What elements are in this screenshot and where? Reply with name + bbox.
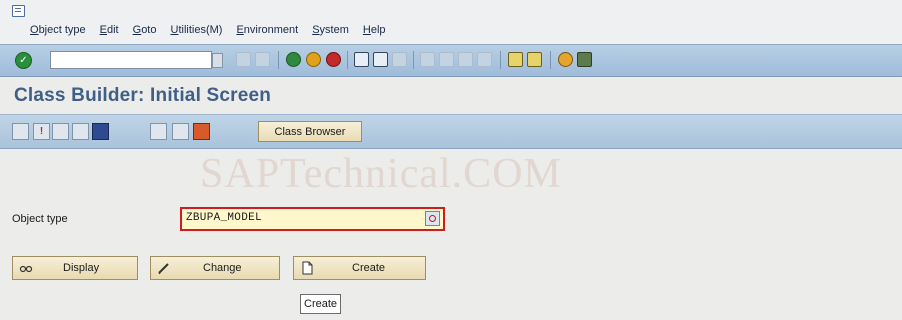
cancel-icon[interactable] (326, 52, 341, 67)
value-help-icon[interactable] (425, 211, 440, 226)
delete-icon[interactable] (150, 123, 167, 140)
exit-icon[interactable] (306, 52, 321, 67)
layout-menu-icon[interactable] (577, 52, 592, 67)
menu-edit[interactable]: Edit (100, 24, 119, 36)
print-icon[interactable] (354, 52, 369, 67)
create-button[interactable]: Create (293, 256, 426, 280)
save-disabled-icon (255, 52, 270, 67)
activate-icon[interactable] (193, 123, 210, 140)
create-shortcut-icon[interactable] (527, 52, 542, 67)
toolbar-separator (347, 51, 348, 69)
toolbar-separator (500, 51, 501, 69)
command-field[interactable] (50, 51, 212, 69)
watermark: SAPTechnical.COM (200, 151, 562, 197)
standard-toolbar: ✓ (0, 44, 902, 77)
test-icon[interactable] (52, 123, 69, 140)
next-page-icon (458, 52, 473, 67)
create-tooltip: Create (300, 294, 342, 314)
last-page-icon (477, 52, 492, 67)
display-label: Display (63, 262, 100, 274)
change-label: Change (203, 262, 242, 274)
class-browser-button[interactable]: Class Browser (258, 121, 362, 142)
toolbar-separator (413, 51, 414, 69)
command-history-dropdown-icon[interactable] (212, 53, 223, 68)
change-button[interactable]: Change (150, 256, 280, 280)
blank-document-icon (300, 261, 314, 275)
save-icon[interactable] (236, 52, 251, 67)
toolbar-separator (278, 51, 279, 69)
menu-items: Object type Edit Goto Utilities(M) Envir… (30, 24, 386, 36)
previous-page-icon (439, 52, 454, 67)
menu-environment[interactable]: Environment (236, 24, 298, 36)
copy-icon[interactable] (172, 123, 189, 140)
menu-object-type[interactable]: Object type (30, 24, 86, 36)
menu-system[interactable]: System (312, 24, 349, 36)
help-icon[interactable] (558, 52, 573, 67)
menu-help[interactable]: Help (363, 24, 386, 36)
display-button[interactable]: Display (12, 256, 138, 280)
object-type-label: Object type (12, 213, 68, 225)
pencil-icon (157, 261, 171, 275)
menu-bar: Object type Edit Goto Utilities(M) Envir… (0, 0, 902, 44)
other-object-icon[interactable] (12, 123, 29, 140)
where-used-icon[interactable] (72, 123, 89, 140)
object-list-icon[interactable] (92, 123, 109, 140)
find-icon[interactable] (373, 52, 388, 67)
back-icon[interactable] (286, 52, 301, 67)
menu-utilities[interactable]: Utilities(M) (170, 24, 222, 36)
check-icon[interactable]: ! (33, 123, 50, 140)
create-label: Create (352, 262, 386, 274)
glasses-icon (19, 261, 33, 275)
object-type-value: ZBUPA_MODEL (186, 212, 262, 224)
application-toolbar: ! Class Browser (0, 114, 902, 149)
object-type-input[interactable]: ZBUPA_MODEL (180, 207, 445, 231)
create-session-icon[interactable] (508, 52, 523, 67)
first-page-icon (420, 52, 435, 67)
toolbar-separator (550, 51, 551, 69)
find-next-icon (392, 52, 407, 67)
system-menu-icon[interactable] (12, 5, 25, 17)
menu-goto[interactable]: Goto (133, 24, 157, 36)
enter-check-icon[interactable]: ✓ (15, 52, 32, 69)
page-title: Class Builder: Initial Screen (14, 85, 272, 106)
